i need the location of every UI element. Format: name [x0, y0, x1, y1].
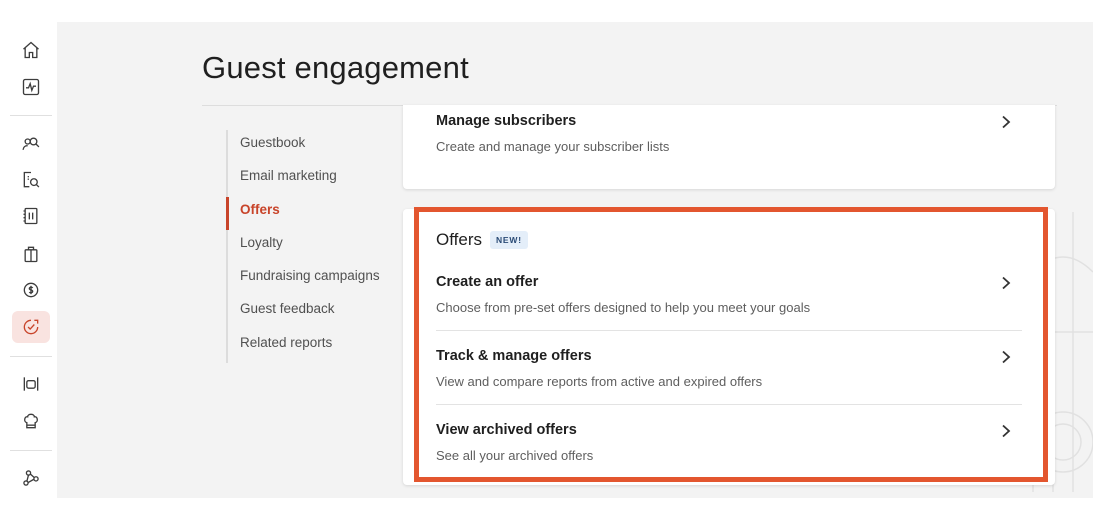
chef-icon[interactable]	[12, 405, 50, 437]
offers-heading: Offers NEW!	[436, 230, 528, 250]
cash-icon[interactable]	[12, 274, 50, 306]
row-description: Choose from pre-set offers designed to h…	[436, 300, 811, 315]
gift-card-icon[interactable]	[12, 238, 50, 270]
row-title: Track & manage offers	[436, 348, 592, 364]
payments-search-icon[interactable]	[12, 164, 50, 196]
main-content: Guest engagement Guestbook Email marketi…	[57, 22, 1093, 498]
row-divider	[436, 404, 1022, 405]
row-divider	[436, 330, 1022, 331]
integrations-icon[interactable]	[12, 462, 50, 494]
chevron-right-icon	[1002, 276, 1011, 290]
activity-icon[interactable]	[12, 71, 50, 103]
track-manage-offers-row[interactable]: Track & manage offers View and compare r…	[436, 348, 1022, 389]
subnav-item-loyalty[interactable]: Loyalty	[226, 229, 380, 264]
offers-card: Offers NEW! Create an offer Choose from …	[403, 209, 1055, 485]
home-icon[interactable]	[12, 34, 50, 66]
rail-divider	[10, 356, 52, 357]
manage-subscribers-row[interactable]: Manage subscribers Create and manage you…	[436, 113, 1022, 154]
section-nav: Guestbook Email marketing Offers Loyalty…	[226, 130, 380, 364]
create-offer-row[interactable]: Create an offer Choose from pre-set offe…	[436, 274, 1022, 315]
guests-icon[interactable]	[12, 128, 50, 160]
subnav-item-guest-feedback[interactable]: Guest feedback	[226, 296, 380, 330]
new-badge: NEW!	[489, 231, 528, 249]
row-title: View archived offers	[436, 422, 577, 438]
rail-divider	[10, 450, 52, 451]
dining-icon[interactable]	[12, 368, 50, 400]
icon-rail	[0, 22, 57, 498]
row-description: See all your archived offers	[436, 448, 594, 463]
view-archived-offers-row[interactable]: View archived offers See all your archiv…	[436, 422, 1022, 463]
rail-divider	[10, 115, 52, 116]
menu-icon[interactable]	[12, 200, 50, 232]
engagement-icon[interactable]	[12, 311, 50, 343]
subnav-item-email-marketing[interactable]: Email marketing	[226, 163, 380, 197]
chevron-right-icon	[1002, 115, 1011, 129]
offers-heading-text: Offers	[436, 230, 482, 249]
subnav-item-related-reports[interactable]: Related reports	[226, 329, 380, 364]
row-title: Manage subscribers	[436, 113, 577, 129]
row-description: Create and manage your subscriber lists	[436, 139, 670, 154]
row-title: Create an offer	[436, 274, 539, 290]
chevron-right-icon	[1002, 424, 1011, 438]
chevron-right-icon	[1002, 350, 1011, 364]
subnav-item-fundraising-campaigns[interactable]: Fundraising campaigns	[226, 263, 380, 297]
subnav-item-guestbook[interactable]: Guestbook	[226, 130, 380, 164]
page-title: Guest engagement	[202, 50, 469, 85]
subnav-item-offers[interactable]: Offers	[226, 196, 380, 230]
row-description: View and compare reports from active and…	[436, 374, 763, 389]
subscribers-card: Manage subscribers Create and manage you…	[403, 105, 1055, 189]
